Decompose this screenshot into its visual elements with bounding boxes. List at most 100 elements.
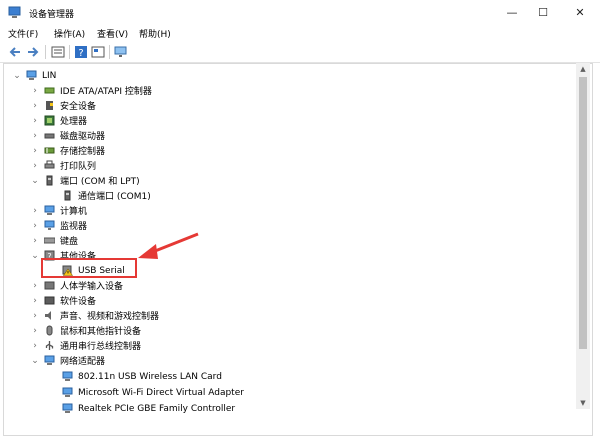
tree-item-com1[interactable]: 通信端口 (COM1) (62, 188, 151, 203)
tree-label: 人体学输入设备 (60, 282, 124, 292)
tree-item-security[interactable]: 安全设备 (44, 98, 96, 113)
tree-label: 打印队列 (60, 162, 97, 172)
tree-item-monitor[interactable]: 监视器 (44, 218, 87, 233)
scrollbar-thumb[interactable] (579, 77, 587, 349)
tree-item-realtek-controller[interactable]: Realtek PCIe GBE Family Controller (62, 401, 235, 416)
menu-bar: 文件(F) 操作(A) 查看(V) 帮助(H) (0, 26, 600, 42)
menu-action[interactable]: 操作(A) (54, 27, 85, 40)
menu-file[interactable]: 文件(F) (8, 27, 38, 40)
tree-item-wifi-direct-adapter[interactable]: Microsoft Wi-Fi Direct Virtual Adapter (62, 385, 244, 400)
scan-hardware-icon[interactable] (114, 45, 128, 59)
monitor-icon (44, 220, 55, 230)
properties-icon[interactable] (51, 45, 65, 59)
menu-view[interactable]: 查看(V) (97, 27, 128, 40)
chevron-right-icon[interactable]: › (30, 323, 40, 338)
computer-icon (26, 70, 37, 80)
annotation-highlight-box (41, 258, 137, 278)
tree-item-disk[interactable]: 磁盘驱动器 (44, 128, 105, 143)
chevron-right-icon[interactable]: › (30, 293, 40, 308)
scroll-down-icon[interactable]: ▼ (576, 397, 590, 409)
tree-label: Microsoft Wi-Fi Direct Virtual Adapter (78, 387, 244, 398)
tree-item-processor[interactable]: 处理器 (44, 113, 87, 128)
tree-label: 键盘 (60, 237, 79, 247)
security-device-icon (46, 101, 53, 110)
menu-help[interactable]: 帮助(H) (139, 27, 171, 40)
device-tree[interactable]: ⌄ LIN › IDE ATA/ATAPI 控制器 › 安全设备 › 处理器 ›… (3, 63, 593, 436)
toolbar-separator (45, 45, 46, 59)
help-icon[interactable]: ? (74, 45, 88, 59)
scroll-up-icon[interactable]: ▲ (576, 63, 590, 75)
tree-item-keyboard[interactable]: 键盘 (44, 233, 78, 248)
chevron-right-icon[interactable]: › (30, 158, 40, 173)
chevron-right-icon[interactable]: › (30, 143, 40, 158)
tree-label: 安全设备 (60, 102, 97, 112)
toolbar: ? (0, 42, 600, 63)
tree-item-wireless-lan-card[interactable]: 802.11n USB Wireless LAN Card (62, 369, 222, 384)
chevron-right-icon[interactable]: › (30, 233, 40, 248)
chevron-right-icon[interactable]: › (30, 338, 40, 353)
svg-text:?: ? (78, 48, 83, 59)
toolbar-separator (69, 45, 70, 59)
maximize-button[interactable]: ☐ (528, 0, 558, 24)
tree-item-print-queue[interactable]: 打印队列 (44, 158, 96, 173)
tree-item-ide[interactable]: IDE ATA/ATAPI 控制器 (44, 83, 152, 98)
chevron-right-icon[interactable]: › (30, 203, 40, 218)
tree-item-sound[interactable]: 声音、视频和游戏控制器 (44, 308, 159, 323)
window-title: 设备管理器 (29, 10, 75, 20)
close-button[interactable]: ✕ (565, 0, 595, 24)
mouse-icon (46, 325, 53, 336)
network-adapter-icon (62, 371, 73, 381)
tree-label: LIN (42, 70, 57, 81)
minimize-button[interactable]: — (497, 0, 527, 24)
port-icon (46, 175, 53, 186)
tree-label: 磁盘驱动器 (60, 132, 106, 142)
network-adapter-icon (62, 403, 73, 413)
tree-item-ports[interactable]: 端口 (COM 和 LPT) (44, 173, 140, 188)
tree-item-network-adapters[interactable]: 网络适配器 (44, 353, 105, 368)
back-arrow-icon[interactable] (8, 45, 22, 59)
chevron-right-icon[interactable]: › (30, 218, 40, 233)
show-hidden-icon[interactable] (91, 45, 105, 59)
tree-item-mouse[interactable]: 鼠标和其他指针设备 (44, 323, 141, 338)
tree-label: 通用串行总线控制器 (60, 342, 142, 352)
tree-root[interactable]: LIN (26, 68, 56, 83)
tree-label: 网络适配器 (60, 357, 106, 367)
tree-label: 存储控制器 (60, 147, 106, 157)
tree-item-usb-controllers[interactable]: 通用串行总线控制器 (44, 338, 141, 353)
forward-arrow-icon[interactable] (26, 45, 40, 59)
tree-label: 声音、视频和游戏控制器 (60, 312, 160, 322)
hid-icon (44, 281, 55, 290)
chevron-right-icon[interactable]: › (30, 278, 40, 293)
chevron-down-icon[interactable]: ⌄ (30, 248, 40, 263)
printer-icon (44, 160, 55, 169)
tree-item-software-devices[interactable]: 软件设备 (44, 293, 96, 308)
chevron-right-icon[interactable]: › (30, 83, 40, 98)
tree-label: 通信端口 (COM1) (78, 192, 151, 202)
chevron-down-icon[interactable]: ⌄ (30, 173, 40, 188)
disk-drive-icon (44, 133, 55, 139)
tree-item-computer[interactable]: 计算机 (44, 203, 87, 218)
vertical-scrollbar[interactable]: ▲ ▼ (576, 63, 590, 409)
tree-label: IDE ATA/ATAPI 控制器 (60, 87, 152, 97)
tree-label: 计算机 (60, 207, 88, 217)
ide-controller-icon (44, 87, 55, 94)
network-adapter-icon (44, 355, 55, 365)
chevron-down-icon[interactable]: ⌄ (12, 68, 22, 83)
port-icon (64, 190, 71, 201)
device-manager-icon (8, 6, 21, 18)
usb-icon (45, 341, 54, 350)
tree-label: Realtek PCIe GBE Family Controller (78, 403, 236, 414)
tree-item-hid[interactable]: 人体学输入设备 (44, 278, 123, 293)
chevron-right-icon[interactable]: › (30, 308, 40, 323)
chevron-down-icon[interactable]: ⌄ (30, 353, 40, 368)
processor-icon (44, 115, 55, 126)
chevron-right-icon[interactable]: › (30, 128, 40, 143)
toolbar-separator (109, 45, 110, 59)
network-adapter-icon (62, 387, 73, 397)
tree-item-storage[interactable]: 存储控制器 (44, 143, 105, 158)
chevron-right-icon[interactable]: › (30, 113, 40, 128)
keyboard-icon (44, 237, 55, 244)
chevron-right-icon[interactable]: › (30, 98, 40, 113)
tree-label: 端口 (COM 和 LPT) (60, 177, 140, 187)
tree-label: 软件设备 (60, 297, 97, 307)
